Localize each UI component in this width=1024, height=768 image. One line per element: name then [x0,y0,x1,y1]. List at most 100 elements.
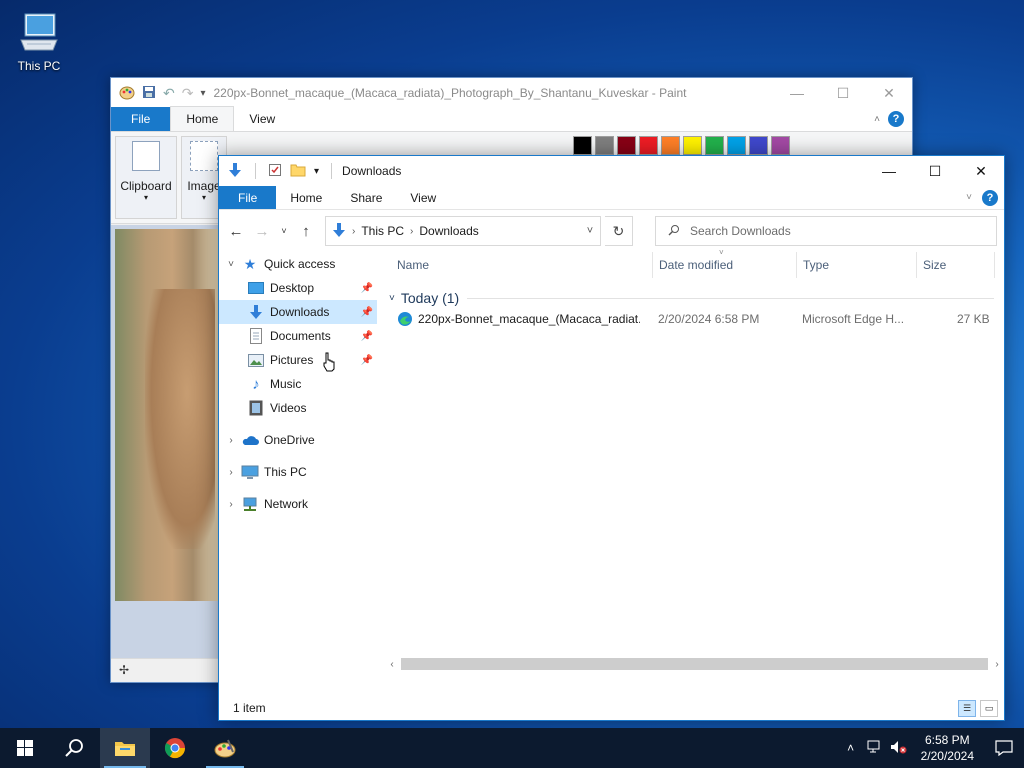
nav-quick-access[interactable]: ˅ ★ Quick access [219,252,377,276]
column-size[interactable]: Size [917,252,995,278]
search-button[interactable] [50,728,100,768]
explorer-minimize-button[interactable]: — [866,156,912,186]
palette-color[interactable] [573,136,592,155]
explorer-tab-file[interactable]: File [219,186,277,209]
save-icon[interactable] [142,85,156,102]
scroll-right-icon[interactable]: › [990,659,1004,670]
palette-color[interactable] [639,136,658,155]
nav-onedrive[interactable]: › OneDrive [219,428,377,452]
breadcrumb-downloads[interactable]: Downloads [419,224,478,238]
breadcrumb-separator[interactable]: › [352,226,355,237]
volume-muted-icon[interactable] [887,740,911,757]
nav-documents[interactable]: Documents 📌 [219,324,377,348]
nav-network[interactable]: › Network [219,492,377,516]
column-name[interactable]: Name [391,252,653,278]
paint-help-icon[interactable]: ? [888,111,904,127]
properties-icon[interactable] [268,163,282,180]
column-type[interactable]: Type [797,252,917,278]
paint-window-title: 220px-Bonnet_macaque_(Macaca_radiata)_Ph… [213,86,687,100]
collapse-group-icon[interactable]: ˅ [389,293,395,304]
explorer-help-icon[interactable]: ? [982,189,998,206]
clock-date: 2/20/2024 [920,749,974,763]
palette-color[interactable] [749,136,768,155]
macaque-photo[interactable] [115,229,219,601]
nav-this-pc[interactable]: › This PC [219,460,377,484]
pin-icon[interactable]: 📌 [361,331,373,342]
explorer-tab-share[interactable]: Share [336,186,396,209]
pin-icon[interactable]: 📌 [361,283,373,294]
taskbar-chrome[interactable] [150,728,200,768]
paint-minimize-button[interactable]: — [774,85,820,102]
start-button[interactable] [0,728,50,768]
nav-pictures[interactable]: Pictures 📌 [219,348,377,372]
breadcrumb-this-pc[interactable]: This PC [361,224,404,238]
breadcrumb-separator[interactable]: › [410,226,413,237]
star-icon: ★ [243,255,257,272]
file-row[interactable]: 220px-Bonnet_macaque_(Macaca_radiat... 2… [391,308,994,330]
expand-chevron-icon[interactable]: › [225,499,237,510]
show-hidden-icons-icon[interactable]: ˄ [839,741,863,755]
pin-icon[interactable]: 📌 [361,355,373,366]
palette-color[interactable] [727,136,746,155]
customize-toolbar-icon[interactable]: ▾ [314,166,319,177]
column-date-modified[interactable]: Date modified [653,252,797,278]
large-icons-view-icon[interactable]: ▭ [980,700,998,717]
clock[interactable]: 6:58 PM 2/20/2024 [911,732,984,764]
up-button[interactable]: ↑ [295,223,317,240]
redo-icon[interactable]: ↷ [182,85,194,102]
file-list[interactable]: Name Date modified Type Size ˅ ˅ Today (… [385,248,1004,697]
palette-color[interactable] [595,136,614,155]
network-tray-icon[interactable] [863,740,887,757]
scroll-left-icon[interactable]: ‹ [385,659,399,670]
back-button[interactable]: ← [225,223,247,240]
palette-color[interactable] [771,136,790,155]
collapse-chevron-icon[interactable]: ˅ [225,259,237,270]
explorer-titlebar[interactable]: ▾ Downloads — ☐ ✕ [219,156,1004,186]
details-view-icon[interactable]: ☰ [958,700,976,717]
horizontal-scrollbar[interactable]: ‹ › [385,656,1004,672]
recent-locations-button[interactable]: ˅ [277,226,291,236]
palette-color[interactable] [705,136,724,155]
search-input[interactable] [690,224,970,238]
explorer-maximize-button[interactable]: ☐ [912,156,958,186]
taskbar-paint[interactable] [200,728,250,768]
address-dropdown-icon[interactable]: ˅ [580,225,600,237]
taskbar-file-explorer[interactable] [100,728,150,768]
nav-desktop[interactable]: Desktop 📌 [219,276,377,300]
expand-chevron-icon[interactable]: › [225,435,237,446]
expand-ribbon-icon[interactable]: ˅ [966,192,972,203]
undo-icon[interactable]: ↶ [163,85,175,102]
nav-music[interactable]: ♪ Music [219,372,377,396]
scroll-thumb[interactable] [401,658,988,670]
pin-icon[interactable]: 📌 [361,307,373,318]
paint-tab-home[interactable]: Home [170,106,235,131]
forward-button[interactable]: → [251,223,273,240]
nav-downloads[interactable]: Downloads 📌 [219,300,377,324]
paint-maximize-button[interactable]: ☐ [820,85,866,102]
group-header-today[interactable]: ˅ Today (1) [385,288,994,308]
new-folder-icon[interactable] [290,163,306,180]
notifications-button[interactable] [984,740,1024,756]
nav-videos[interactable]: Videos [219,396,377,420]
paint-close-button[interactable]: ✕ [866,85,912,102]
paint-tab-file[interactable]: File [111,107,171,131]
file-explorer-window[interactable]: ▾ Downloads — ☐ ✕ File Home Share View ˅… [218,155,1005,721]
explorer-tab-home[interactable]: Home [276,186,336,209]
palette-color[interactable] [683,136,702,155]
downloads-arrow-icon[interactable] [227,162,243,181]
paint-titlebar[interactable]: ↶ ↷ ▾ 220px-Bonnet_macaque_(Macaca_radia… [111,78,912,108]
explorer-tab-view[interactable]: View [396,186,450,209]
paint-tab-view[interactable]: View [234,107,290,131]
explorer-close-button[interactable]: ✕ [958,156,1004,186]
refresh-button[interactable]: ↻ [605,216,633,246]
search-box[interactable] [655,216,997,246]
clipboard-group[interactable]: Clipboard ▾ [115,136,177,219]
paint-ribbon-collapse-icon[interactable]: ˄ [874,114,880,125]
desktop-icon-this-pc[interactable]: This PC [12,10,66,73]
paint-app-icon[interactable] [119,84,135,103]
customize-quick-access-icon[interactable]: ▾ [200,88,205,99]
palette-color[interactable] [617,136,636,155]
palette-color[interactable] [661,136,680,155]
address-bar[interactable]: › This PC › Downloads ˅ [325,216,601,246]
expand-chevron-icon[interactable]: › [225,467,237,478]
